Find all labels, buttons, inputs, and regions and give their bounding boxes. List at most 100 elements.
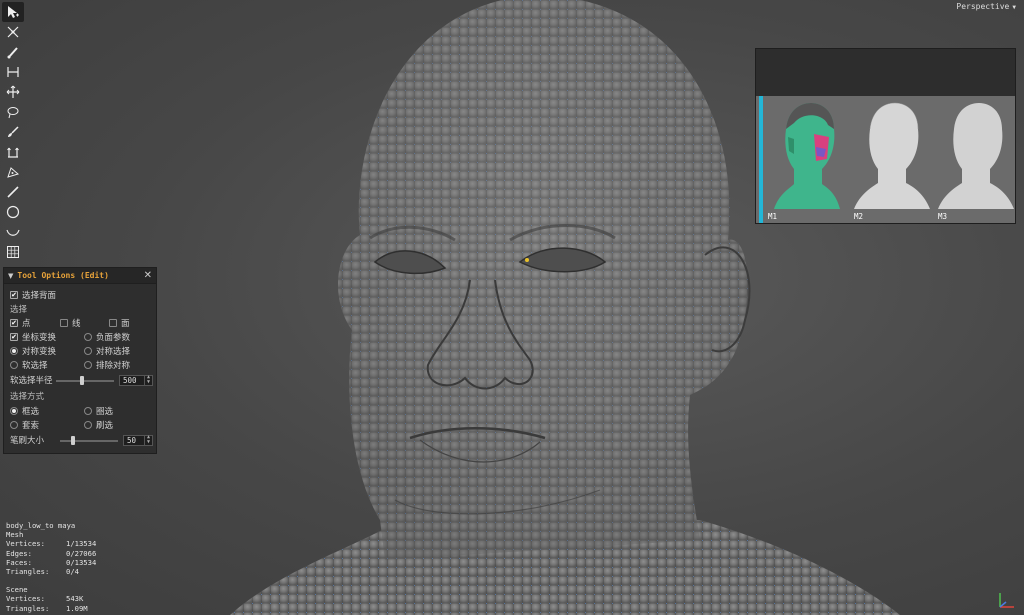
stat-row: Vertices: 543K — [6, 594, 96, 603]
lasso-tool-icon[interactable] — [2, 102, 24, 122]
select-backface-label: 选择背面 — [22, 291, 57, 301]
stat-value: 543K — [66, 594, 84, 604]
brush-size-spinner[interactable]: ▲ ▼ — [144, 435, 152, 446]
symmetric-select-label: 对称选择 — [96, 347, 131, 357]
brush-tool-icon[interactable] — [2, 122, 24, 142]
camera-menu[interactable]: Perspective ▼ — [956, 2, 1016, 11]
thumbnail-m2-label: M2 — [854, 212, 864, 221]
knife-tool-icon[interactable] — [2, 182, 24, 202]
point-option[interactable]: ✔ 点 — [10, 317, 31, 329]
lasso-option[interactable]: 套索 — [10, 419, 39, 431]
point-checkbox[interactable]: ✔ — [10, 319, 18, 327]
mesh-label: Mesh — [6, 530, 24, 540]
stat-value: 0/4 — [66, 567, 79, 577]
stat-key: Vertices: — [6, 539, 45, 549]
stat-row: Triangles: 1.09M — [6, 604, 96, 613]
stat-key: Triangles: — [6, 603, 50, 613]
brush-size-value: 50 — [127, 436, 137, 445]
box-select-label: 框选 — [22, 407, 40, 417]
thumbnail-m2[interactable]: M2 — [850, 99, 932, 221]
close-icon[interactable]: ✕ — [144, 270, 152, 281]
stat-row: Faces: 0/13534 — [6, 558, 96, 567]
stat-key: Faces: — [6, 557, 32, 567]
stat-key: Edges: — [6, 548, 32, 558]
tool-bar — [2, 2, 24, 262]
grid-tool-icon[interactable] — [2, 242, 24, 262]
lasso-label: 套索 — [22, 421, 40, 431]
thumbnail-m3-label: M3 — [938, 212, 948, 221]
stat-row: Vertices: 1/13534 — [6, 539, 96, 548]
stat-key: Vertices: — [6, 594, 45, 604]
thumbnail-m1-label: M1 — [768, 212, 778, 221]
soft-radius-slider-knob[interactable] — [80, 376, 84, 385]
face-option[interactable]: 面 — [109, 317, 130, 329]
brush-select-option[interactable]: 刷选 — [84, 419, 113, 431]
symmetric-select-radio[interactable] — [84, 347, 92, 355]
curve-tool-icon[interactable] — [2, 222, 24, 242]
stat-row: Triangles: 0/4 — [6, 567, 96, 576]
soft-radius-slider[interactable] — [56, 376, 114, 385]
soft-radius-input[interactable]: 500 ▲ ▼ — [119, 375, 153, 386]
brush-size-slider-knob[interactable] — [71, 436, 75, 445]
stat-value: 1/13534 — [66, 539, 97, 549]
move-tool-icon[interactable] — [2, 82, 24, 102]
thumbnail-m3[interactable]: M3 — [934, 99, 1016, 221]
edge-label: 线 — [72, 319, 81, 329]
axis-gizmo-icon — [999, 593, 1014, 608]
object-name: body_low_to maya — [6, 521, 76, 530]
camera-label: Perspective — [956, 2, 1010, 11]
transform-tool-icon[interactable] — [2, 22, 24, 42]
selection-section-label: 选择 — [10, 305, 28, 315]
box-select-radio[interactable] — [10, 407, 18, 415]
circle-tool-icon[interactable] — [2, 202, 24, 222]
pen-tool-icon[interactable] — [2, 162, 24, 182]
extrude-tool-icon[interactable] — [2, 142, 24, 162]
face-label: 面 — [121, 319, 130, 329]
symmetric-transform-radio[interactable] — [10, 347, 18, 355]
edge-checkbox[interactable] — [60, 319, 68, 327]
exclude-symmetry-radio[interactable] — [84, 361, 92, 369]
select-backface-option[interactable]: ✔ 选择背面 — [10, 289, 56, 301]
head-thumbnail-gray — [938, 103, 1014, 209]
symmetric-transform-label: 对称变换 — [22, 347, 57, 357]
symmetric-transform-option[interactable]: 对称变换 — [10, 345, 56, 357]
select-backface-checkbox[interactable]: ✔ — [10, 291, 18, 299]
soft-select-option[interactable]: 软选择 — [10, 359, 48, 371]
tool-options-title: Tool Options (Edit) — [17, 271, 109, 280]
coord-transform-option[interactable]: ✔ 坐标变换 — [10, 331, 56, 343]
soft-radius-value: 500 — [123, 376, 137, 385]
exclude-symmetry-option[interactable]: 排除对称 — [84, 359, 130, 371]
thumbnail-m1[interactable]: M1 — [764, 99, 846, 221]
coord-transform-checkbox[interactable]: ✔ — [10, 333, 18, 341]
stat-row: Edges: 0/27066 — [6, 549, 96, 558]
soft-radius-spinner[interactable]: ▲ ▼ — [144, 375, 152, 386]
brush-select-radio[interactable] — [84, 421, 92, 429]
measure-tool-icon[interactable] — [2, 62, 24, 82]
head-thumbnail-gray — [854, 102, 930, 209]
stat-key: Triangles: — [6, 567, 50, 577]
soft-select-radio[interactable] — [10, 361, 18, 369]
point-label: 点 — [22, 319, 31, 329]
negative-param-option[interactable]: 负面参数 — [84, 331, 130, 343]
mesh-statistics: body_low_to maya Mesh Vertices: 1/13534 E… — [6, 521, 96, 613]
lasso-radio[interactable] — [10, 421, 18, 429]
select-mode-section-label: 选择方式 — [10, 392, 45, 402]
box-select-option[interactable]: 框选 — [10, 405, 39, 417]
stat-value: 1.09M — [66, 603, 88, 613]
symmetric-select-option[interactable]: 对称选择 — [84, 345, 130, 357]
face-checkbox[interactable] — [109, 319, 117, 327]
brush-select-label: 刷选 — [96, 421, 114, 431]
negative-param-radio[interactable] — [84, 333, 92, 341]
select-tool-icon[interactable] — [2, 2, 24, 22]
collapse-triangle-icon[interactable]: ▼ — [8, 272, 13, 280]
scene-label: Scene — [6, 585, 28, 595]
circle-select-radio[interactable] — [84, 407, 92, 415]
tool-options-panel: ▼ Tool Options (Edit) ✕ ✔ 选择背面 选择 ✔ 点 线 … — [3, 267, 157, 454]
paint-tool-icon[interactable] — [2, 42, 24, 62]
selection-bar — [759, 96, 763, 223]
circle-select-option[interactable]: 圈选 — [84, 405, 113, 417]
brush-size-input[interactable]: 50 ▲ ▼ — [123, 435, 153, 446]
edge-option[interactable]: 线 — [60, 317, 81, 329]
brush-size-slider[interactable] — [60, 436, 118, 445]
